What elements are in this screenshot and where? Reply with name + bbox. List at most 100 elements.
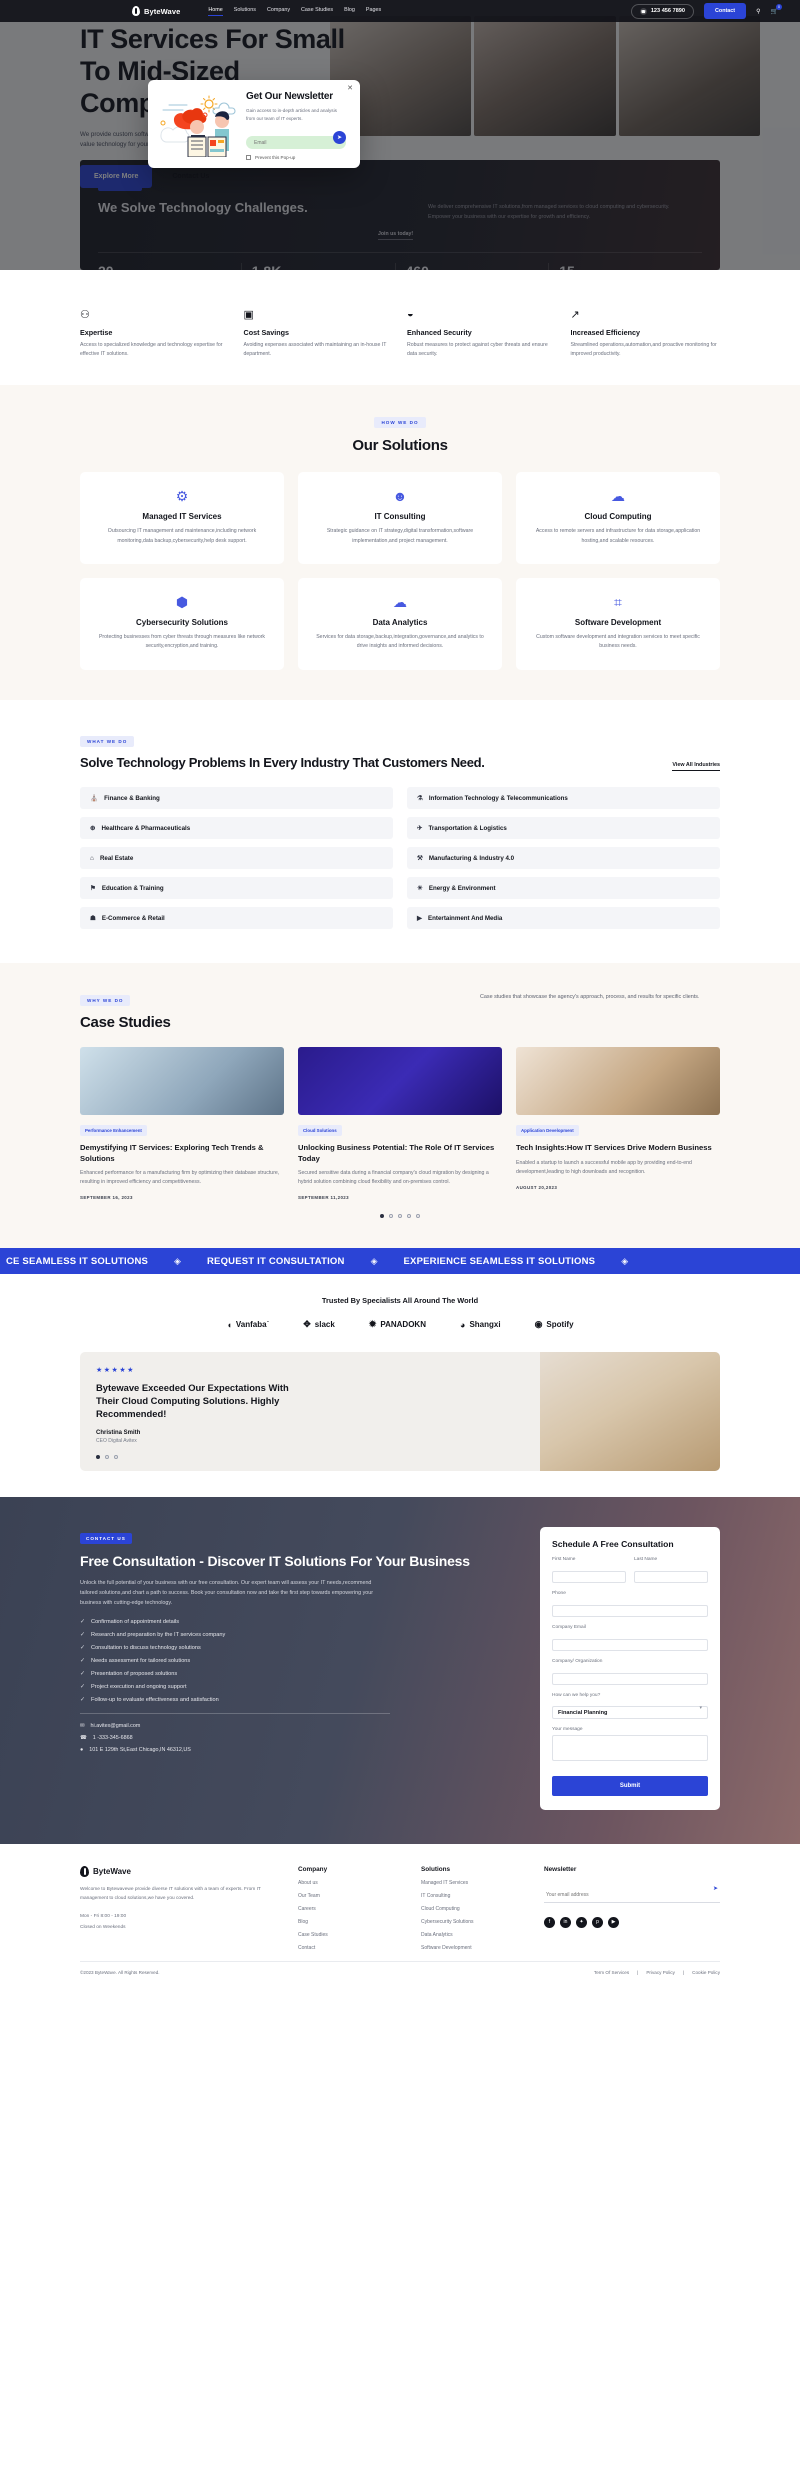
footer-link-managed-it[interactable]: Managed IT Services <box>421 1880 526 1886</box>
company-label: Company/ Organization <box>552 1658 603 1664</box>
carousel-dot[interactable] <box>407 1214 411 1219</box>
solution-card-cybersecurity-solutions[interactable]: ⬢ Cybersecurity Solutions Protecting bus… <box>80 577 284 670</box>
linkedin-icon[interactable]: in <box>560 1916 571 1928</box>
solution-card-cloud-computing[interactable]: ☁ Cloud Computing Access to remote serve… <box>516 472 720 564</box>
carousel-dot[interactable] <box>389 1214 393 1219</box>
cart-icon[interactable]: 🛒 0 <box>771 3 782 15</box>
footer-logo[interactable]: ByteWave <box>80 1866 280 1878</box>
footer-link-case-studies[interactable]: Case Studies <box>298 1932 403 1938</box>
industry-real-estate[interactable]: ⌂ Real Estate <box>80 847 393 870</box>
footer-link-cloud-computing[interactable]: Cloud Computing <box>421 1906 526 1912</box>
nav-link-company[interactable]: Company <box>267 7 290 16</box>
footer-link-software-dev[interactable]: Software Development <box>421 1945 526 1951</box>
youtube-icon[interactable]: ▶ <box>608 1916 619 1928</box>
industry-entertainment-media[interactable]: ▶ Entertainment And Media <box>407 907 720 930</box>
search-icon[interactable]: ⚲ <box>756 8 760 15</box>
brand-logo[interactable]: ByteWave <box>132 6 180 16</box>
sep: | <box>637 1970 639 1976</box>
send-icon[interactable]: ➤ <box>333 130 346 144</box>
case-card[interactable]: Application Development Tech Insights:Ho… <box>516 1047 720 1200</box>
submit-button[interactable]: Submit <box>552 1776 708 1797</box>
message-textarea[interactable] <box>552 1735 708 1762</box>
logo-vanfaba: ◖ Vanfaba˙ <box>226 1320 269 1330</box>
footer-link-data-analytics[interactable]: Data Analytics <box>421 1932 526 1938</box>
industry-transportation-logistics[interactable]: ✈ Transportation & Logistics <box>407 817 720 840</box>
software-development-icon: ⌗ <box>614 593 622 610</box>
industry-manufacturing[interactable]: ⚒ Manufacturing & Industry 4.0 <box>407 847 720 870</box>
industry-it-telecom[interactable]: ⚗ Information Technology & Telecommunica… <box>407 787 720 810</box>
solution-card-it-consulting[interactable]: ☻ IT Consulting Strategic guidance on IT… <box>298 472 502 564</box>
pin-icon: ● <box>80 1747 84 1754</box>
footer-link-blog[interactable]: Blog <box>298 1919 403 1925</box>
feature-enhanced-security: ◒ Enhanced Security Robust measures to p… <box>407 308 557 359</box>
contact-address-row: ● 101 E 129th St,East Chicago,IN 46312,U… <box>80 1747 522 1753</box>
logo-panadokn: ✹ PANADOKN <box>369 1319 426 1330</box>
modal-overlay[interactable] <box>0 0 800 270</box>
nav-link-home[interactable]: Home <box>208 7 223 16</box>
industry-ecommerce-retail[interactable]: ☗ E-Commerce & Retail <box>80 907 393 930</box>
nav-link-solutions[interactable]: Solutions <box>234 7 256 16</box>
newsletter-title: Get Our Newsletter <box>246 91 333 102</box>
feature-desc: Robust measures to protect against cyber… <box>407 342 548 358</box>
checkbox-icon[interactable] <box>246 155 251 161</box>
pinterest-icon[interactable]: p <box>592 1916 603 1928</box>
carousel-dot[interactable] <box>105 1454 109 1459</box>
case-thumbnail <box>80 1047 284 1116</box>
contact-email-row[interactable]: ✉ hi.avitex@gmail.com <box>80 1723 522 1729</box>
twitter-icon[interactable]: ✦ <box>576 1916 587 1928</box>
footer-link-careers[interactable]: Careers <box>298 1906 403 1912</box>
fingerprint-icon: ◒ <box>407 308 414 320</box>
case-card[interactable]: Performance Enhancement Demystifying IT … <box>80 1047 284 1200</box>
industry-education-training[interactable]: ⚑ Education & Training <box>80 877 393 900</box>
contact-button[interactable]: Contact <box>704 3 747 19</box>
footer-link-contact[interactable]: Contact <box>298 1945 403 1951</box>
phone-button[interactable]: ☎ 123 456 7890 <box>630 3 695 19</box>
solution-card-data-analytics[interactable]: ☁ Data Analytics Services for data stora… <box>298 577 502 670</box>
carousel-dot[interactable] <box>398 1214 402 1219</box>
terms-link[interactable]: Term Of Services <box>594 1970 629 1975</box>
footer-newsletter-input[interactable] <box>544 1888 720 1903</box>
facebook-icon[interactable]: f <box>544 1916 555 1928</box>
phone-input[interactable] <box>552 1604 708 1617</box>
company-email-input[interactable] <box>552 1638 708 1651</box>
industry-energy-environment[interactable]: ☀ Energy & Environment <box>407 877 720 900</box>
case-date: SEPTEMBER 11,2023 <box>298 1195 349 1201</box>
industry-finance-banking[interactable]: ⛪ Finance & Banking <box>80 787 393 810</box>
carousel-dot[interactable] <box>96 1454 100 1459</box>
footer-link-about-us[interactable]: About us <box>298 1880 403 1886</box>
solution-card-software-development[interactable]: ⌗ Software Development Custom software d… <box>516 577 720 670</box>
footer-link-it-consulting[interactable]: IT Consulting <box>421 1893 526 1899</box>
trusted-section: Trusted By Specialists All Around The Wo… <box>0 1274 800 1341</box>
slack-icon: ✥ <box>303 1319 311 1330</box>
case-card[interactable]: Cloud Solutions Unlocking Business Poten… <box>298 1047 502 1200</box>
nav-link-blog[interactable]: Blog <box>344 7 355 16</box>
case-desc: Enabled a startup to launch a successful… <box>516 1159 692 1175</box>
last-name-input[interactable] <box>634 1570 708 1583</box>
company-input[interactable] <box>552 1672 708 1685</box>
carousel-dot[interactable] <box>416 1214 420 1219</box>
carousel-dot[interactable] <box>114 1454 118 1459</box>
footer-brand-column: ByteWave Welcome to Bytewavewe provide d… <box>80 1866 280 1951</box>
nav-link-case-studies[interactable]: Case Studies <box>301 7 333 16</box>
case-desc: Enhanced performance for a manufacturing… <box>80 1169 280 1186</box>
check-icon: ✓ <box>80 1658 86 1665</box>
company-email-group: Company Email <box>552 1625 708 1651</box>
footer-link-cybersecurity[interactable]: Cybersecurity Solutions <box>421 1919 526 1925</box>
contact-phone-row[interactable]: ☎ 1 -333-345-6868 <box>80 1735 522 1741</box>
first-name-input[interactable] <box>552 1570 626 1583</box>
footer-link-our-team[interactable]: Our Team <box>298 1893 403 1899</box>
privacy-link[interactable]: Privacy Policy <box>646 1970 675 1975</box>
prevent-popup-checkbox-row[interactable]: Prevent this Pop-up <box>246 155 348 161</box>
view-all-industries-link[interactable]: View All Industries <box>672 762 720 772</box>
carousel-dot[interactable] <box>380 1214 384 1219</box>
newsletter-email-input[interactable] <box>246 136 346 150</box>
solution-card-managed-it-services[interactable]: ⚙ Managed IT Services Outsourcing IT man… <box>80 472 284 564</box>
growth-chart-icon: ↗ <box>570 309 580 321</box>
nav-link-pages[interactable]: Pages <box>366 7 381 16</box>
cookie-link[interactable]: Cookie Policy <box>692 1970 720 1975</box>
close-icon[interactable]: ✕ <box>347 84 353 92</box>
industry-label: Energy & Environment <box>428 884 496 892</box>
help-select[interactable]: Financial Planning <box>552 1706 708 1720</box>
send-icon[interactable]: ➤ <box>713 1885 718 1892</box>
industry-healthcare-pharma[interactable]: ⊕ Healthcare & Pharmaceuticals <box>80 817 393 840</box>
